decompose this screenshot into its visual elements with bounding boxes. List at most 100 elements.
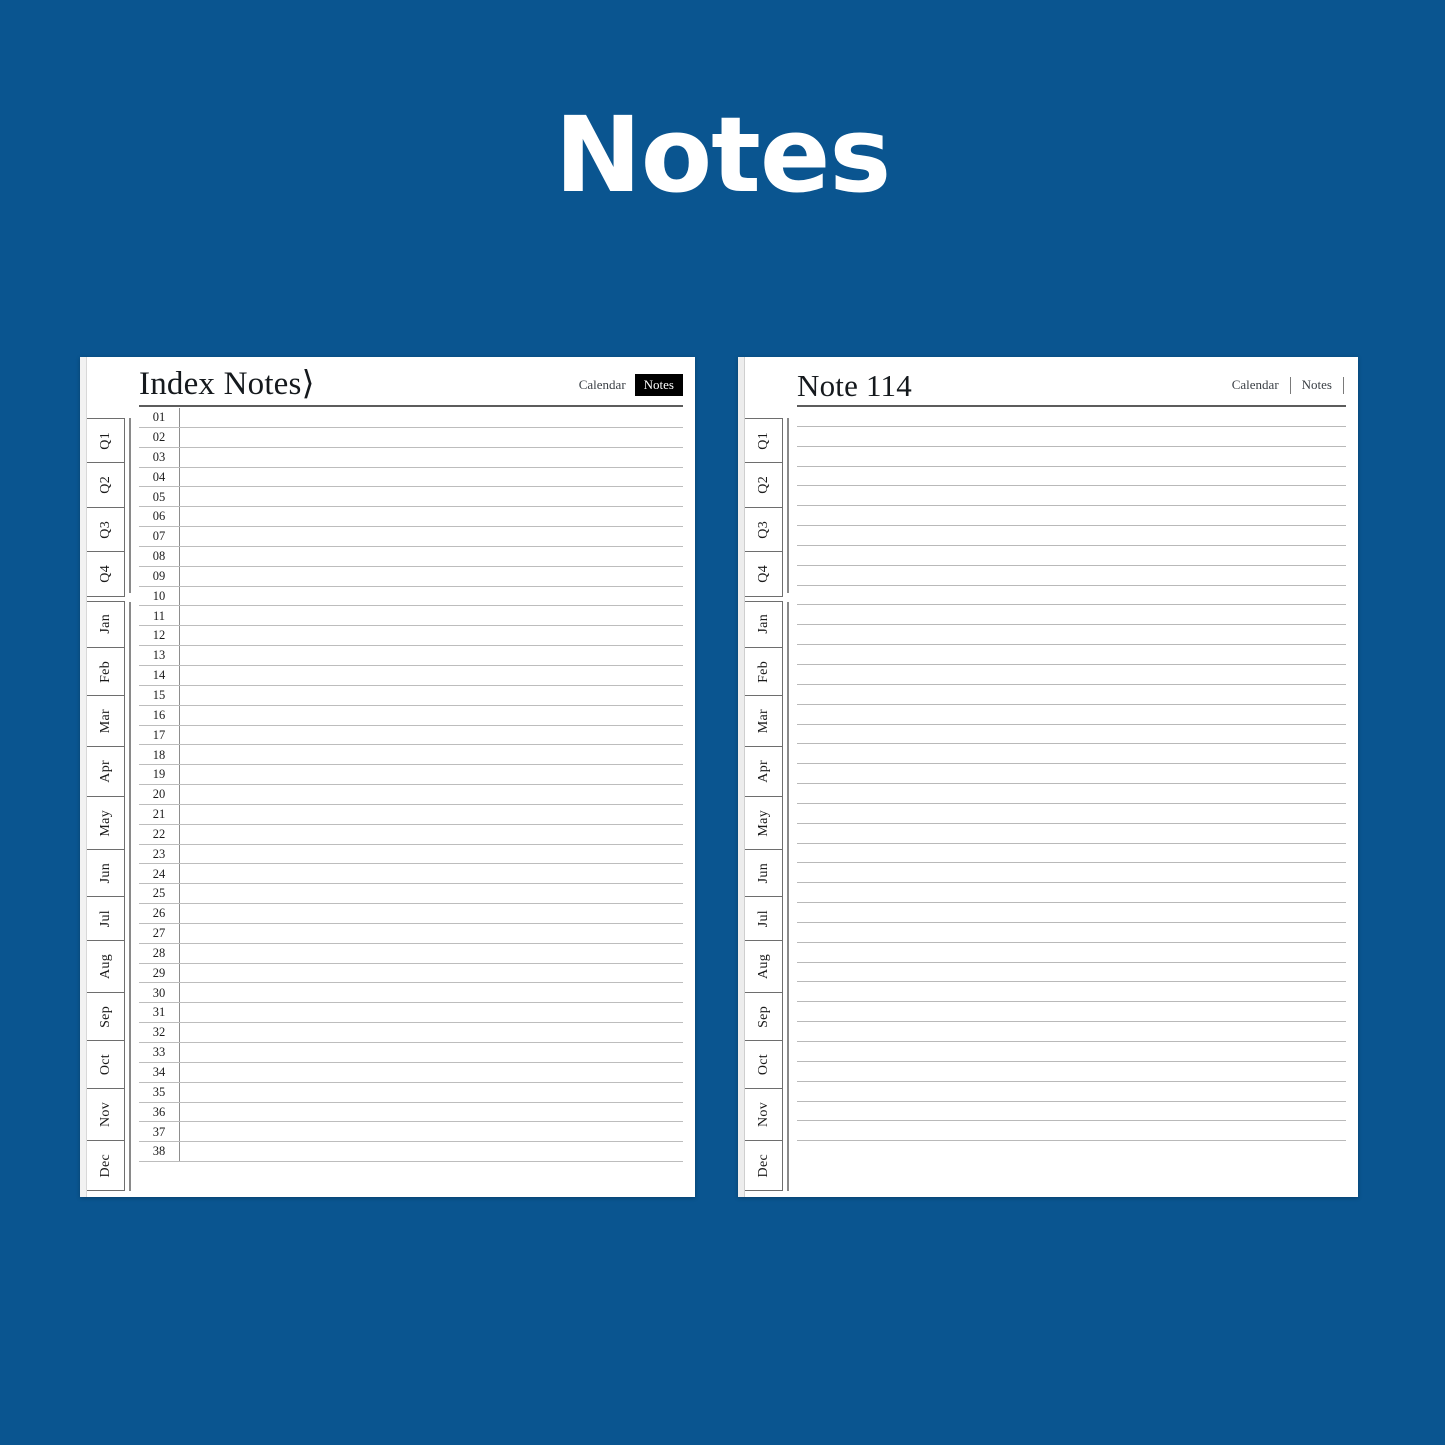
note-ruled-line[interactable] bbox=[797, 705, 1346, 725]
index-row[interactable]: 18 bbox=[139, 745, 683, 766]
note-ruled-line[interactable] bbox=[797, 883, 1346, 904]
index-row-writing-area[interactable] bbox=[180, 567, 683, 586]
index-row-writing-area[interactable] bbox=[180, 1103, 683, 1122]
index-row[interactable]: 11 bbox=[139, 606, 683, 627]
index-row[interactable]: 26 bbox=[139, 904, 683, 924]
index-row-writing-area[interactable] bbox=[180, 904, 683, 923]
index-row[interactable]: 15 bbox=[139, 685, 683, 706]
note-ruled-line[interactable] bbox=[797, 625, 1346, 646]
index-row-writing-area[interactable] bbox=[180, 983, 683, 1002]
index-row[interactable]: 34 bbox=[139, 1062, 683, 1083]
tab-month-apr[interactable]: Apr bbox=[745, 746, 783, 797]
tab-quarter-q2[interactable]: Q2 bbox=[87, 462, 125, 508]
index-row-writing-area[interactable] bbox=[180, 825, 683, 844]
index-row-writing-area[interactable] bbox=[180, 547, 683, 566]
index-row[interactable]: 13 bbox=[139, 646, 683, 666]
index-row-writing-area[interactable] bbox=[180, 587, 683, 606]
index-row-writing-area[interactable] bbox=[180, 884, 683, 903]
index-row-writing-area[interactable] bbox=[180, 686, 683, 705]
tab-month-nov[interactable]: Nov bbox=[745, 1088, 783, 1141]
index-row[interactable]: 37 bbox=[139, 1122, 683, 1143]
index-row-writing-area[interactable] bbox=[180, 408, 683, 427]
note-ruled-line[interactable] bbox=[797, 605, 1346, 626]
note-ruled-line[interactable] bbox=[797, 1062, 1346, 1082]
tab-month-aug[interactable]: Aug bbox=[745, 940, 783, 993]
tab-month-aug[interactable]: Aug bbox=[87, 940, 125, 993]
note-ruled-line[interactable] bbox=[797, 923, 1346, 943]
index-row-writing-area[interactable] bbox=[180, 706, 683, 725]
note-ruled-line[interactable] bbox=[797, 804, 1346, 824]
tab-month-mar[interactable]: Mar bbox=[87, 695, 125, 748]
index-row-writing-area[interactable] bbox=[180, 924, 683, 943]
tab-month-jan[interactable]: Jan bbox=[87, 600, 125, 648]
tab-quarter-q4[interactable]: Q4 bbox=[87, 551, 125, 597]
note-ruled-line[interactable] bbox=[797, 863, 1346, 884]
index-row[interactable]: 22 bbox=[139, 824, 683, 845]
tab-month-nov[interactable]: Nov bbox=[87, 1088, 125, 1141]
tab-month-mar[interactable]: Mar bbox=[745, 695, 783, 748]
note-ruled-line[interactable] bbox=[797, 744, 1346, 765]
index-row[interactable]: 27 bbox=[139, 923, 683, 944]
note-ruled-line[interactable] bbox=[797, 943, 1346, 963]
tab-month-jan[interactable]: Jan bbox=[745, 600, 783, 648]
tab-month-feb[interactable]: Feb bbox=[745, 646, 783, 697]
index-row[interactable]: 31 bbox=[139, 1003, 683, 1024]
index-row-writing-area[interactable] bbox=[180, 1083, 683, 1102]
note-ruled-line[interactable] bbox=[797, 1002, 1346, 1023]
tab-month-jun[interactable]: Jun bbox=[745, 849, 783, 898]
note-ruled-line[interactable] bbox=[797, 546, 1346, 566]
index-row[interactable]: 16 bbox=[139, 705, 683, 726]
index-row[interactable]: 08 bbox=[139, 546, 683, 567]
index-row[interactable]: 10 bbox=[139, 586, 683, 607]
tab-month-sep[interactable]: Sep bbox=[87, 991, 125, 1042]
header-tab-notes[interactable]: Notes bbox=[634, 374, 683, 396]
note-ruled-line[interactable] bbox=[797, 824, 1346, 844]
index-row[interactable]: 36 bbox=[139, 1102, 683, 1123]
index-row[interactable]: 29 bbox=[139, 963, 683, 984]
tab-month-jun[interactable]: Jun bbox=[87, 849, 125, 898]
index-row-writing-area[interactable] bbox=[180, 666, 683, 685]
index-row-writing-area[interactable] bbox=[180, 507, 683, 526]
note-ruled-line[interactable] bbox=[797, 1102, 1346, 1122]
index-row[interactable]: 03 bbox=[139, 447, 683, 468]
index-row[interactable]: 28 bbox=[139, 943, 683, 964]
tab-month-apr[interactable]: Apr bbox=[87, 746, 125, 797]
index-row[interactable]: 32 bbox=[139, 1023, 683, 1043]
tab-quarter-q1[interactable]: Q1 bbox=[745, 418, 783, 464]
tab-quarter-q2[interactable]: Q2 bbox=[745, 462, 783, 508]
index-row-writing-area[interactable] bbox=[180, 944, 683, 963]
note-ruled-line[interactable] bbox=[797, 1042, 1346, 1062]
index-row-writing-area[interactable] bbox=[180, 1043, 683, 1062]
index-row[interactable]: 23 bbox=[139, 844, 683, 865]
note-ruled-line[interactable] bbox=[797, 903, 1346, 923]
tab-quarter-q1[interactable]: Q1 bbox=[87, 418, 125, 464]
index-row-writing-area[interactable] bbox=[180, 428, 683, 447]
index-row-writing-area[interactable] bbox=[180, 487, 683, 506]
index-row-writing-area[interactable] bbox=[180, 646, 683, 665]
note-ruled-line[interactable] bbox=[797, 844, 1346, 864]
index-row-writing-area[interactable] bbox=[180, 1142, 683, 1161]
index-row[interactable]: 06 bbox=[139, 507, 683, 528]
tab-month-dec[interactable]: Dec bbox=[745, 1139, 783, 1191]
index-row-writing-area[interactable] bbox=[180, 785, 683, 804]
index-row-writing-area[interactable] bbox=[180, 448, 683, 467]
note-ruled-line[interactable] bbox=[797, 586, 1346, 606]
index-row[interactable]: 02 bbox=[139, 427, 683, 448]
index-row[interactable]: 12 bbox=[139, 626, 683, 647]
note-ruled-line[interactable] bbox=[797, 1121, 1346, 1142]
index-row-writing-area[interactable] bbox=[180, 864, 683, 883]
note-ruled-line[interactable] bbox=[797, 1082, 1346, 1102]
index-row[interactable]: 09 bbox=[139, 566, 683, 587]
index-row[interactable]: 24 bbox=[139, 864, 683, 885]
note-ruled-line[interactable] bbox=[797, 506, 1346, 527]
note-ruled-line[interactable] bbox=[797, 407, 1346, 427]
note-ruled-line[interactable] bbox=[797, 982, 1346, 1003]
note-ruled-line[interactable] bbox=[797, 526, 1346, 546]
note-ruled-line[interactable] bbox=[797, 665, 1346, 685]
index-row[interactable]: 21 bbox=[139, 804, 683, 825]
tab-month-dec[interactable]: Dec bbox=[87, 1139, 125, 1191]
index-row-writing-area[interactable] bbox=[180, 845, 683, 864]
index-row-writing-area[interactable] bbox=[180, 606, 683, 625]
note-ruled-line[interactable] bbox=[797, 963, 1346, 983]
index-row[interactable]: 07 bbox=[139, 527, 683, 547]
